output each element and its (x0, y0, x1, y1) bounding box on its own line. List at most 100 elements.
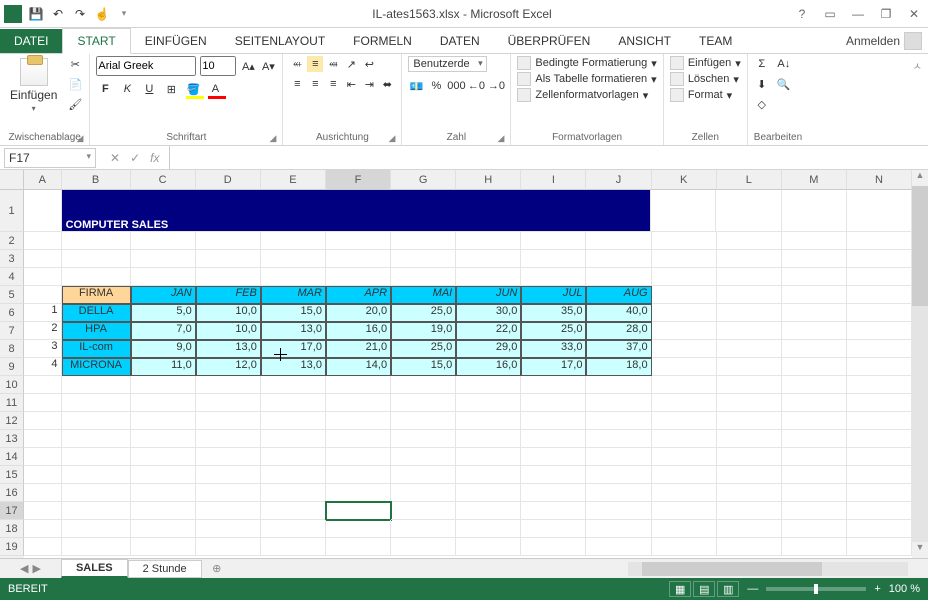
column-header-I[interactable]: I (521, 170, 586, 190)
collapse-ribbon-icon[interactable]: ㅅ (907, 54, 928, 145)
cell-D17[interactable] (196, 502, 261, 520)
cell-A10[interactable] (24, 376, 62, 394)
column-header-C[interactable]: C (131, 170, 196, 190)
cell-J9[interactable]: 18,0 (586, 358, 651, 376)
cell-F6[interactable]: 20,0 (326, 304, 391, 322)
column-header-A[interactable]: A (24, 170, 62, 190)
increase-indent-icon[interactable]: ⇥ (361, 76, 377, 92)
normal-view-icon[interactable]: ▦ (669, 581, 691, 597)
cell-B13[interactable] (62, 430, 131, 448)
cell-I19[interactable] (521, 538, 586, 556)
cell-J8[interactable]: 37,0 (586, 340, 651, 358)
column-header-N[interactable]: N (847, 170, 912, 190)
cell-C5[interactable]: JAN (131, 286, 196, 304)
cell-H17[interactable] (456, 502, 521, 520)
row-header-12[interactable]: 12 (0, 412, 24, 430)
cell-H8[interactable]: 29,0 (456, 340, 521, 358)
cell-M10[interactable] (782, 376, 847, 394)
cell-N12[interactable] (847, 412, 912, 430)
column-header-J[interactable]: J (586, 170, 651, 190)
cell-H7[interactable]: 22,0 (456, 322, 521, 340)
restore-icon[interactable]: ❐ (876, 7, 896, 21)
dialog-launcher-icon[interactable]: ◢ (388, 133, 395, 144)
touch-mode-icon[interactable]: ☝ (94, 6, 110, 22)
cell-C19[interactable] (131, 538, 196, 556)
cell-A9[interactable]: 4 (24, 358, 62, 376)
cell-B10[interactable] (62, 376, 131, 394)
align-middle-icon[interactable]: ≡ (307, 56, 323, 72)
cell-H13[interactable] (456, 430, 521, 448)
cell-G3[interactable] (391, 250, 456, 268)
tab-nav-next-icon[interactable]: ▶ (32, 562, 40, 575)
cell-D18[interactable] (196, 520, 261, 538)
cell-L14[interactable] (717, 448, 782, 466)
insert-cells-button[interactable]: Einfügen ▾ (670, 56, 741, 70)
cell-H18[interactable] (456, 520, 521, 538)
row-header-7[interactable]: 7 (0, 322, 24, 340)
cell-M16[interactable] (782, 484, 847, 502)
align-center-icon[interactable]: ≡ (307, 76, 323, 92)
tab-review[interactable]: ÜBERPRÜFEN (494, 29, 605, 53)
cell-A11[interactable] (24, 394, 62, 412)
row-header-16[interactable]: 16 (0, 484, 24, 502)
column-header-L[interactable]: L (717, 170, 782, 190)
row-header-11[interactable]: 11 (0, 394, 24, 412)
cell-H5[interactable]: JUN (456, 286, 521, 304)
cell-D10[interactable] (196, 376, 261, 394)
cell-B18[interactable] (62, 520, 131, 538)
cell-E4[interactable] (261, 268, 326, 286)
cell-N5[interactable] (847, 286, 912, 304)
cell-C17[interactable] (131, 502, 196, 520)
cell-J17[interactable] (586, 502, 651, 520)
vertical-scrollbar[interactable]: ▲ ▼ (912, 170, 928, 558)
cell-C11[interactable] (131, 394, 196, 412)
cell-E17[interactable] (261, 502, 326, 520)
row-header-10[interactable]: 10 (0, 376, 24, 394)
cell-J12[interactable] (586, 412, 651, 430)
fill-icon[interactable]: ⬇ (754, 76, 770, 92)
cell-F16[interactable] (326, 484, 391, 502)
cell-L12[interactable] (717, 412, 782, 430)
cell-B16[interactable] (62, 484, 131, 502)
cell-B6[interactable]: DELLA (62, 304, 131, 322)
cell-D14[interactable] (196, 448, 261, 466)
cell-L2[interactable] (717, 232, 782, 250)
cell-E13[interactable] (261, 430, 326, 448)
cell-G15[interactable] (391, 466, 456, 484)
cell-M14[interactable] (782, 448, 847, 466)
increase-font-icon[interactable]: A▴ (240, 58, 256, 74)
cell-G18[interactable] (391, 520, 456, 538)
cell-I10[interactable] (521, 376, 586, 394)
cell-G8[interactable]: 25,0 (391, 340, 456, 358)
cell-F3[interactable] (326, 250, 391, 268)
row-header-19[interactable]: 19 (0, 538, 24, 556)
help-icon[interactable]: ? (792, 7, 812, 21)
cell-B1[interactable]: COMPUTER SALES (62, 190, 652, 232)
column-header-F[interactable]: F (326, 170, 391, 190)
cell-L13[interactable] (717, 430, 782, 448)
cell-E12[interactable] (261, 412, 326, 430)
row-header-3[interactable]: 3 (0, 250, 24, 268)
cell-B19[interactable] (62, 538, 131, 556)
cell-B15[interactable] (62, 466, 131, 484)
cell-M5[interactable] (782, 286, 847, 304)
orientation-icon[interactable]: ↗ (343, 56, 359, 72)
select-all-cell[interactable] (0, 170, 24, 190)
cut-icon[interactable]: ✂ (67, 56, 83, 72)
cell-B11[interactable] (62, 394, 131, 412)
cell-E7[interactable]: 13,0 (261, 322, 326, 340)
cell-I17[interactable] (521, 502, 586, 520)
cell-F17[interactable] (326, 502, 391, 520)
cell-K14[interactable] (652, 448, 717, 466)
hscroll-thumb[interactable] (642, 562, 822, 576)
column-header-H[interactable]: H (456, 170, 521, 190)
cell-E14[interactable] (261, 448, 326, 466)
enter-formula-icon[interactable]: ✓ (130, 151, 140, 165)
cell-K19[interactable] (652, 538, 717, 556)
cell-A14[interactable] (24, 448, 62, 466)
row-header-14[interactable]: 14 (0, 448, 24, 466)
cell-D4[interactable] (196, 268, 261, 286)
cell-L18[interactable] (717, 520, 782, 538)
cell-F4[interactable] (326, 268, 391, 286)
cell-C12[interactable] (131, 412, 196, 430)
